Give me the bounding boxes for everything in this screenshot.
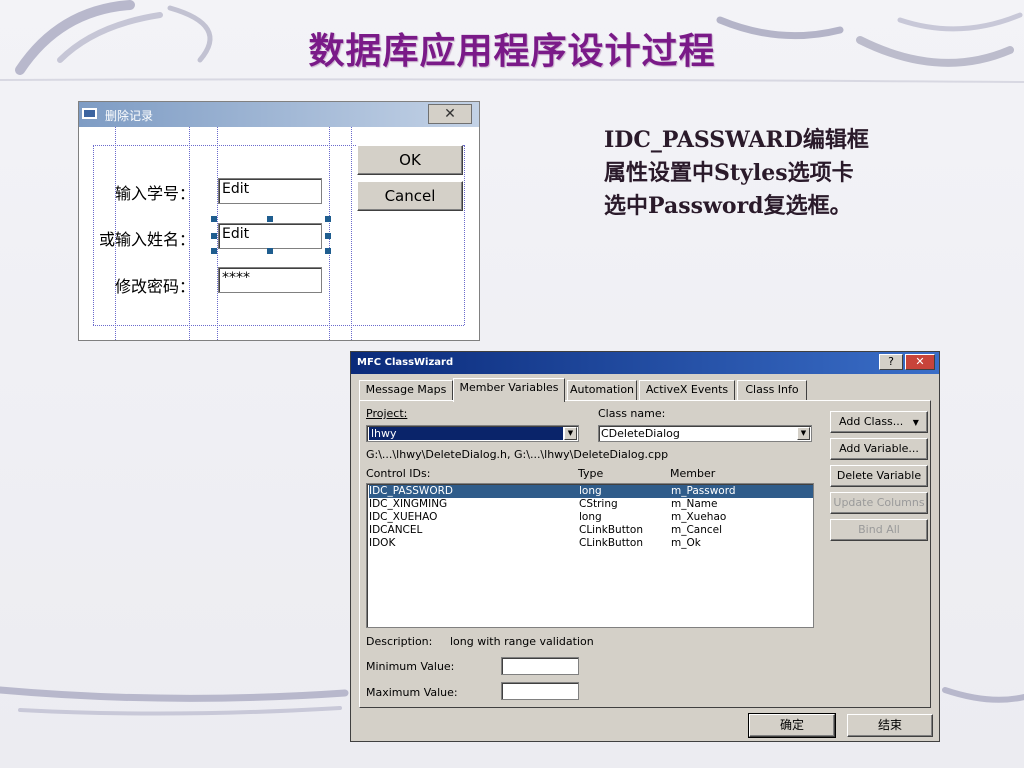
class-name-label: Class name: xyxy=(598,407,666,420)
maximum-value-field[interactable] xyxy=(501,682,579,700)
control-type: long xyxy=(579,511,602,523)
list-item[interactable]: IDC_XUEHAO long m_Xuehao xyxy=(369,511,813,524)
slide-note: IDC_PASSWARD编辑框 属性设置中Styles选项卡 选中Passwor… xyxy=(604,124,934,223)
add-variable-button[interactable]: Add Variable... xyxy=(830,438,928,460)
control-id: IDOK xyxy=(369,537,396,549)
window-icon xyxy=(82,108,97,119)
selection-handle[interactable] xyxy=(267,248,273,254)
tab-message-maps[interactable]: Message Maps xyxy=(359,380,453,400)
control-member: m_Password xyxy=(671,485,736,497)
control-type: CString xyxy=(579,498,618,510)
chevron-down-icon[interactable]: ▼ xyxy=(797,427,810,440)
column-member: Member xyxy=(670,467,716,480)
classwizard-title: MFC ClassWizard xyxy=(357,357,454,368)
classwizard-window: MFC ClassWizard ? ✕ Message Maps Member … xyxy=(350,351,940,742)
description-label: Description: xyxy=(366,635,433,648)
dialog-title: 删除记录 xyxy=(105,109,154,123)
dialog-client-area: 输入学号： 或输入姓名： 修改密码： Edit Edit **** OK Can… xyxy=(79,127,479,340)
control-member: m_Ok xyxy=(671,537,701,549)
guide-line xyxy=(93,325,464,326)
delete-record-dialog: 删除记录 ✕ 输入学号： 或输入姓名： 修改密码： Edit Edit ****… xyxy=(78,101,480,341)
ok-button[interactable]: 确定 xyxy=(748,713,836,738)
bind-all-button[interactable]: Bind All xyxy=(830,519,928,541)
selection-handle[interactable] xyxy=(325,216,331,222)
list-item[interactable]: IDC_XINGMING CString m_Name xyxy=(369,498,813,511)
list-item[interactable]: IDOK CLinkButton m_Ok xyxy=(369,537,813,550)
cancel-button[interactable]: Cancel xyxy=(357,181,463,211)
tab-member-variables[interactable]: Member Variables xyxy=(453,378,565,402)
column-type: Type xyxy=(578,467,604,480)
tab-activex-events[interactable]: ActiveX Events xyxy=(639,380,735,400)
guide-line xyxy=(93,145,94,325)
tab-class-info[interactable]: Class Info xyxy=(737,380,807,400)
note-line: IDC_PASSWARD编辑框 xyxy=(604,127,869,153)
project-value: lhwy xyxy=(369,427,563,440)
selection-handle[interactable] xyxy=(325,248,331,254)
project-label: Project: xyxy=(366,407,408,420)
list-item[interactable]: IDCANCEL CLinkButton m_Cancel xyxy=(369,524,813,537)
delete-variable-button[interactable]: Delete Variable xyxy=(830,465,928,487)
ok-button[interactable]: OK xyxy=(357,145,463,175)
description-value: long with range validation xyxy=(450,635,594,648)
close-icon[interactable]: ✕ xyxy=(905,354,935,370)
label-password: 修改密码： xyxy=(115,277,196,296)
selection-handle[interactable] xyxy=(325,233,331,239)
chevron-down-icon: ▼ xyxy=(912,418,919,427)
note-line: 属性设置中Styles选项卡 xyxy=(604,160,854,186)
update-columns-button[interactable]: Update Columns xyxy=(830,492,928,514)
dialog-titlebar: 删除记录 ✕ xyxy=(79,102,479,127)
selection-handle[interactable] xyxy=(211,233,217,239)
selection-handle[interactable] xyxy=(211,248,217,254)
add-class-button[interactable]: Add Class... ▼ xyxy=(830,411,928,433)
selection-handle[interactable] xyxy=(267,216,273,222)
control-type: CLinkButton xyxy=(579,537,644,549)
control-ids-list[interactable]: IDC_PASSWORD long m_Password IDC_XINGMIN… xyxy=(366,483,814,628)
close-icon[interactable]: ✕ xyxy=(428,104,472,124)
class-name-value: CDeleteDialog xyxy=(601,427,680,440)
name-edit[interactable]: Edit xyxy=(218,223,322,249)
control-id: IDC_PASSWORD xyxy=(369,485,453,497)
help-icon[interactable]: ? xyxy=(879,354,903,370)
chevron-down-icon[interactable]: ▼ xyxy=(564,427,577,440)
minimum-value-field[interactable] xyxy=(501,657,579,675)
control-member: m_Name xyxy=(671,498,718,510)
close-button[interactable]: 结束 xyxy=(847,714,933,737)
selection-handle[interactable] xyxy=(211,216,217,222)
project-combo[interactable]: lhwy ▼ xyxy=(366,425,579,442)
class-name-combo[interactable]: CDeleteDialog ▼ xyxy=(598,425,812,442)
control-id: IDC_XINGMING xyxy=(369,498,448,510)
guide-line xyxy=(464,145,465,325)
member-variables-panel: Project: Class name: lhwy ▼ CDeleteDialo… xyxy=(359,400,931,708)
control-member: m_Xuehao xyxy=(671,511,727,523)
file-path: G:\...\lhwy\DeleteDialog.h, G:\...\lhwy\… xyxy=(366,448,669,461)
classwizard-titlebar: MFC ClassWizard ? ✕ xyxy=(351,352,939,374)
control-type: long xyxy=(579,485,602,497)
student-id-edit[interactable]: Edit xyxy=(218,178,322,204)
guide-line xyxy=(351,127,352,340)
add-class-label: Add Class... xyxy=(839,415,904,428)
password-edit[interactable]: **** xyxy=(218,267,322,293)
control-type: CLinkButton xyxy=(579,524,644,536)
control-id: IDCANCEL xyxy=(369,524,423,536)
note-line: 选中Password复选框。 xyxy=(604,193,852,219)
list-item[interactable]: IDC_PASSWORD long m_Password xyxy=(369,485,813,498)
control-member: m_Cancel xyxy=(671,524,723,536)
label-student-id: 输入学号： xyxy=(115,184,196,203)
control-id: IDC_XUEHAO xyxy=(369,511,438,523)
column-control-ids: Control IDs: xyxy=(366,467,431,480)
minimum-value-label: Minimum Value: xyxy=(366,660,455,673)
tab-automation[interactable]: Automation xyxy=(567,380,637,400)
maximum-value-label: Maximum Value: xyxy=(366,686,458,699)
label-name: 或输入姓名： xyxy=(99,230,196,249)
slide-title: 数据库应用程序设计过程 xyxy=(308,30,716,72)
